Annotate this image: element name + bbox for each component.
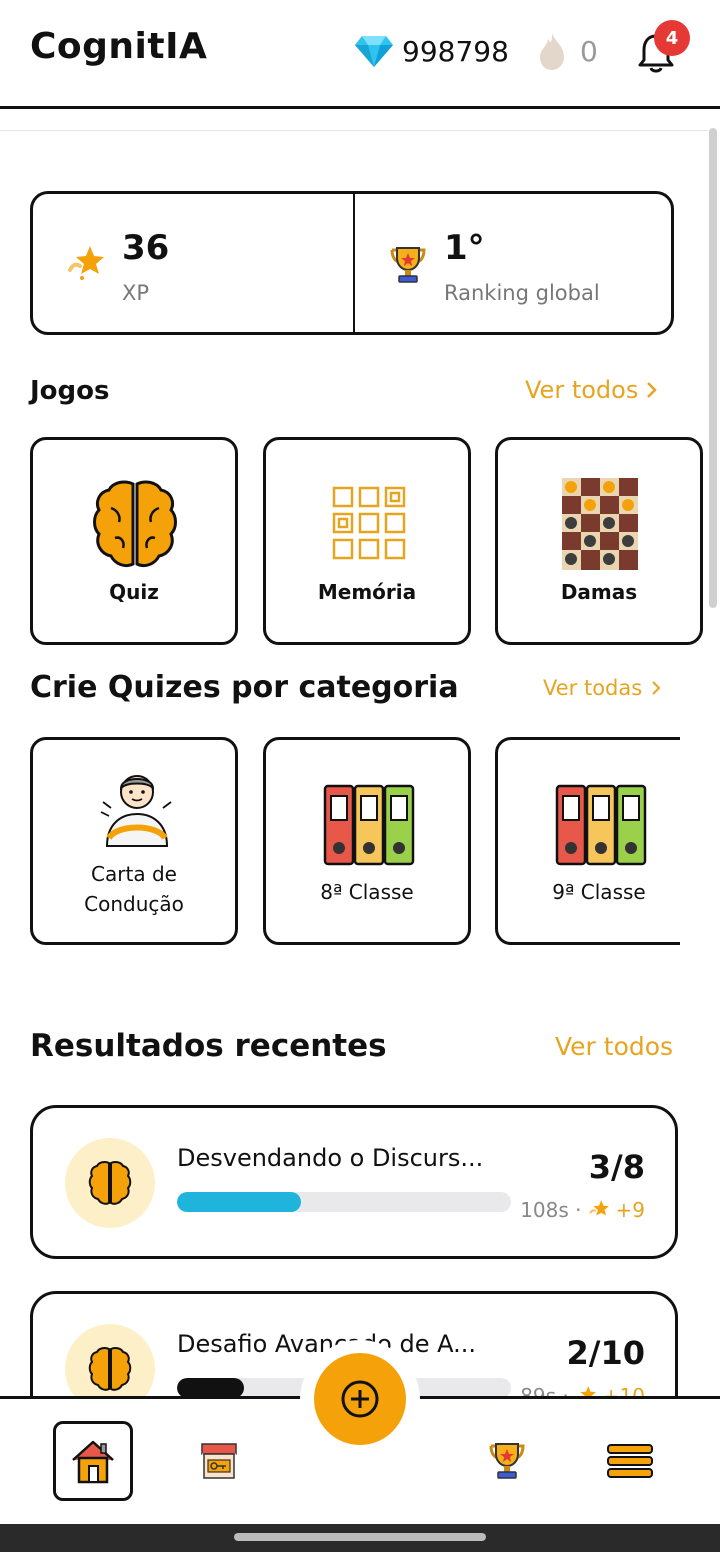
results-see-all-link[interactable]: Ver todos [555, 1032, 673, 1061]
category-tile-8th-grade[interactable]: 8ª Classe [263, 737, 471, 945]
streak-counter[interactable]: 0 [536, 30, 598, 72]
result-score: 2/10 [566, 1334, 645, 1372]
game-tile-label: Damas [560, 580, 638, 604]
memory-grid-icon [332, 486, 406, 560]
menu-icon[interactable] [606, 1443, 654, 1479]
game-tile-checkers[interactable]: Damas [495, 437, 703, 645]
gems-counter[interactable]: 998798 [354, 30, 509, 72]
result-progress-fill [177, 1378, 244, 1396]
result-xp: +10 [602, 1384, 645, 1396]
home-icon [72, 1440, 114, 1484]
app-title: CognitIA [30, 26, 208, 67]
result-time: 89s · [520, 1384, 569, 1396]
game-tile-memory[interactable]: Memória [263, 437, 471, 645]
result-progress-track [177, 1192, 511, 1212]
content-top-border [0, 130, 708, 131]
result-xp: +9 [615, 1198, 645, 1222]
category-tile-label-line1: Carta de [91, 862, 177, 886]
system-home-gesture[interactable] [234, 1533, 486, 1541]
result-avatar [65, 1138, 155, 1228]
checkers-board-icon [562, 478, 638, 570]
games-see-all-label: Ver todos [525, 376, 639, 404]
brain-icon [88, 1347, 132, 1391]
category-tile-clip: 9ª Classe [495, 737, 680, 947]
game-tile-label: Quiz [109, 580, 159, 604]
ranking-value: 1° [444, 228, 485, 268]
games-see-all-link[interactable]: Ver todos [525, 376, 658, 404]
brain-icon [93, 480, 177, 568]
gems-value: 998798 [402, 34, 509, 68]
chevron-right-icon [652, 681, 661, 695]
game-tile-quiz[interactable]: Quiz [30, 437, 238, 645]
categories-see-all-label: Ver todas [543, 676, 643, 700]
star-xp-icon [588, 1200, 609, 1216]
header-divider [0, 106, 720, 109]
streak-value: 0 [580, 34, 598, 68]
stats-divider [353, 194, 355, 334]
shop-icon[interactable] [198, 1440, 240, 1482]
games-section-title: Jogos [30, 376, 110, 406]
category-tile-label: 8ª Classe [320, 880, 414, 904]
scrollbar[interactable] [709, 128, 717, 608]
result-title: Desvendando o Discurs... [177, 1144, 484, 1172]
game-tile-label: Memória [317, 580, 417, 604]
driver-icon [100, 775, 172, 847]
category-tile-driving[interactable]: Carta de Condução [30, 737, 238, 945]
result-avatar [65, 1324, 155, 1396]
brain-icon [88, 1161, 132, 1205]
category-tile-label: 9ª Classe [552, 880, 646, 904]
category-tile-label-line2: Condução [84, 892, 184, 916]
star-xp-icon [68, 246, 104, 280]
notification-badge: 4 [654, 20, 690, 56]
add-icon [341, 1380, 379, 1418]
trophy-icon[interactable] [485, 1440, 529, 1482]
result-time: 108s · [520, 1198, 582, 1222]
chevron-right-icon [647, 382, 658, 398]
result-score: 3/8 [588, 1148, 645, 1186]
ranking-label: Ranking global [444, 281, 600, 305]
star-xp-icon [580, 1386, 596, 1396]
xp-value: 36 [122, 228, 170, 268]
add-quiz-button[interactable] [314, 1353, 406, 1445]
xp-label: XP [122, 281, 150, 305]
result-meta: 89s · +10 [520, 1384, 645, 1396]
binders-icon [323, 784, 415, 866]
flame-icon [540, 33, 564, 70]
binders-icon [555, 784, 647, 866]
categories-section-title: Crie Quizes por categoria [30, 670, 459, 705]
diamond-icon [355, 36, 393, 67]
result-meta: 108s · +9 [520, 1198, 645, 1222]
category-tile-9th-grade[interactable]: 9ª Classe [495, 737, 680, 945]
result-card[interactable]: Desvendando o Discurs... 3/8 108s · +9 [30, 1105, 678, 1259]
nav-home-button[interactable] [53, 1421, 133, 1501]
trophy-icon [390, 247, 426, 283]
result-progress-fill [177, 1192, 301, 1212]
results-section-title: Resultados recentes [30, 1028, 387, 1064]
categories-see-all-link[interactable]: Ver todas [543, 676, 662, 700]
